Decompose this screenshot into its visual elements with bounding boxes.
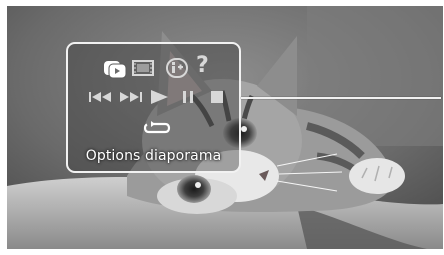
slideshow-options-icon[interactable] — [103, 58, 127, 80]
pause-icon[interactable] — [181, 90, 195, 104]
slideshow-menu-panel: ? Options diaporama — [66, 42, 241, 173]
menu-label: Options diaporama — [85, 148, 222, 164]
stop-icon[interactable] — [210, 90, 224, 104]
callout-line — [241, 97, 441, 99]
film-strip-icon[interactable] — [132, 60, 154, 76]
play-icon[interactable] — [148, 89, 170, 105]
media-viewer-screen: ? Options diaporama — [7, 6, 443, 249]
repeat-icon[interactable] — [143, 121, 171, 135]
next-icon[interactable] — [118, 91, 144, 103]
info-icon[interactable] — [166, 58, 188, 78]
help-icon[interactable]: ? — [196, 54, 209, 78]
previous-icon[interactable] — [88, 91, 114, 103]
